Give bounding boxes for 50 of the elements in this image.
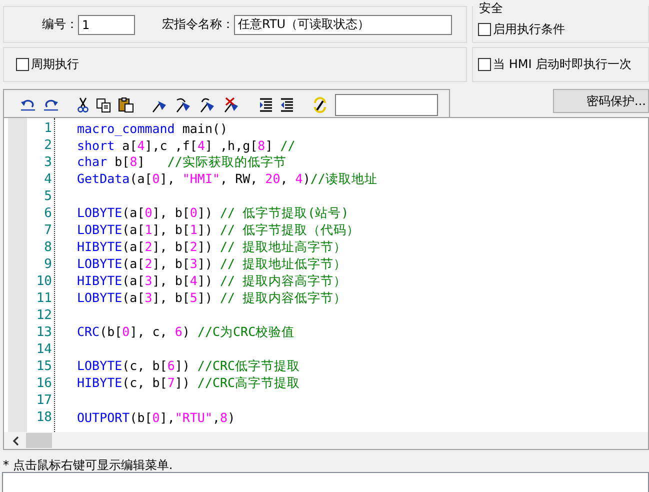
search-field[interactable]	[335, 94, 438, 116]
line-number: 1	[44, 121, 52, 136]
code-line: HIBYTE(a[3], b[4]) // 提取内容高字节）	[77, 273, 347, 290]
line-number: 2	[44, 138, 52, 153]
line-number: 16	[36, 376, 52, 391]
code-line: HIBYTE(c, b[7]) //CRC高字节提取	[77, 375, 300, 392]
number-field[interactable]: 1	[78, 14, 135, 34]
code-line: LOBYTE(c, b[6]) //CRC低字节提取	[77, 358, 300, 375]
hint-text: * 点击鼠标右键可显示编辑菜单.	[2, 457, 174, 470]
macro-name-label: 宏指令名称：	[162, 16, 234, 33]
code-line: LOBYTE(a[2], b[3]) // 提取地址低字节）	[77, 256, 347, 273]
code-line: LOBYTE(a[3], b[5]) // 提取内容低字节）	[77, 290, 347, 307]
checkbox[interactable]	[478, 58, 491, 71]
code-line: CRC(b[0], c, 6) //C为CRC校验值	[77, 324, 295, 341]
checkbox-label: 当 HMI 启动时即执行一次	[493, 56, 632, 73]
number-label: 编号：	[42, 16, 78, 33]
code-line: LOBYTE(a[0], b[0]) // 低字节提取(站号)	[77, 205, 349, 222]
code-line: short a[4],c ,f[4] ,h,g[8] //	[77, 138, 296, 153]
scroll-thumb[interactable]	[26, 433, 52, 448]
line-number: 7	[44, 223, 52, 238]
code-editor[interactable]	[3, 117, 649, 450]
macro-name-field[interactable]: 任意RTU（可读取状态）	[234, 14, 452, 34]
line-number: 4	[44, 172, 52, 187]
checkbox[interactable]	[16, 58, 29, 71]
code-line: char b[8] //实际获取的低字节	[77, 154, 286, 171]
checkbox-label: 启用执行条件	[493, 20, 565, 38]
line-number: 13	[36, 325, 52, 340]
code-line: LOBYTE(a[1], b[1]) // 低字节提取（代码）	[77, 222, 360, 239]
code-line: macro_command main()	[77, 121, 228, 136]
line-number: 11	[36, 291, 52, 306]
line-number: 6	[44, 206, 52, 221]
checkbox[interactable]	[478, 22, 491, 36]
line-number: 17	[36, 393, 52, 408]
code-line: OUTPORT(b[0],"RTU",8)	[77, 410, 236, 425]
line-number: 18	[36, 410, 52, 425]
line-number: 12	[36, 308, 52, 323]
line-number: 5	[44, 189, 52, 204]
line-number: 14	[36, 342, 52, 357]
checkbox-label: 周期执行	[31, 56, 79, 73]
line-number: 8	[44, 240, 52, 255]
code-line: HIBYTE(a[2], b[2]) // 提取地址高字节）	[77, 239, 347, 256]
scroll-left-icon[interactable]	[12, 436, 20, 446]
line-number: 3	[44, 155, 52, 170]
code-line: GetData(a[0], "HMI", RW, 20, 4)//读取地址	[77, 171, 378, 188]
line-number: 9	[44, 257, 52, 272]
password-button[interactable]: 密码保护...	[553, 89, 649, 113]
horizontal-scrollbar[interactable]	[4, 432, 648, 449]
security-title: 安全	[479, 0, 503, 17]
line-number: 15	[36, 359, 52, 374]
line-number: 10	[36, 274, 52, 289]
